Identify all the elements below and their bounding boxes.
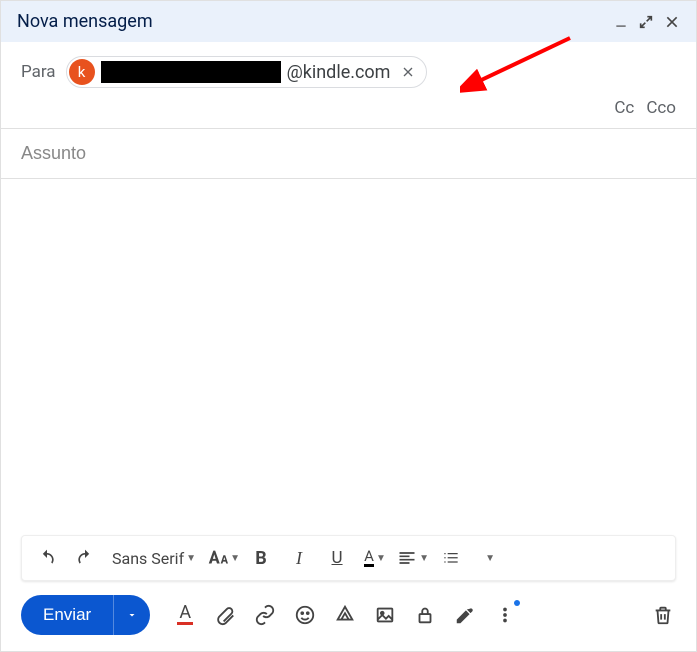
font-family-label: Sans Serif xyxy=(112,549,184,568)
send-button[interactable]: Enviar xyxy=(21,595,113,635)
caret-down-icon: ▼ xyxy=(485,553,495,564)
confidential-icon[interactable] xyxy=(412,602,438,628)
to-label: Para xyxy=(21,62,56,82)
bottom-icons: A xyxy=(172,602,676,628)
caret-down-icon: ▼ xyxy=(230,553,240,564)
subject-input[interactable] xyxy=(21,143,676,164)
bcc-button[interactable]: Cco xyxy=(646,98,676,118)
fullscreen-icon[interactable] xyxy=(638,14,654,30)
minimize-icon[interactable] xyxy=(614,15,628,29)
cc-button[interactable]: Cc xyxy=(614,98,634,118)
chip-domain: @kindle.com xyxy=(287,62,391,83)
format-toolbar: Sans Serif ▼ ▼ B I U A ▼ ▼ ▼ xyxy=(21,535,676,581)
caret-down-icon: ▼ xyxy=(376,553,386,564)
cc-bcc-row: Cc Cco xyxy=(1,98,696,129)
header-actions xyxy=(614,14,680,30)
caret-down-icon: ▼ xyxy=(419,553,429,564)
image-icon[interactable] xyxy=(372,602,398,628)
send-more-button[interactable] xyxy=(113,595,150,635)
chip-remove-icon[interactable] xyxy=(400,64,416,80)
more-options-icon[interactable] xyxy=(492,602,518,628)
italic-button[interactable]: I xyxy=(282,542,316,574)
chip-redacted xyxy=(101,61,281,83)
send-group: Enviar xyxy=(21,595,150,635)
align-button[interactable]: ▼ xyxy=(396,542,430,574)
to-row: Para k @kindle.com xyxy=(1,42,696,98)
formatting-button[interactable]: A xyxy=(172,602,198,628)
discard-icon[interactable] xyxy=(650,602,676,628)
caret-down-icon: ▼ xyxy=(186,553,196,564)
attach-icon[interactable] xyxy=(212,602,238,628)
font-size-button[interactable]: ▼ xyxy=(206,542,240,574)
bold-button[interactable]: B xyxy=(244,542,278,574)
underline-button[interactable]: U xyxy=(320,542,354,574)
compose-title: Nova mensagem xyxy=(17,11,153,32)
list-button[interactable] xyxy=(434,542,468,574)
font-family-select[interactable]: Sans Serif ▼ xyxy=(106,542,202,574)
drive-icon[interactable] xyxy=(332,602,358,628)
compose-header: Nova mensagem xyxy=(1,1,696,42)
link-icon[interactable] xyxy=(252,602,278,628)
subject-row xyxy=(1,129,696,179)
chip-avatar: k xyxy=(69,59,95,85)
emoji-icon[interactable] xyxy=(292,602,318,628)
undo-icon[interactable] xyxy=(30,542,64,574)
more-format-button[interactable]: ▼ xyxy=(472,542,506,574)
recipient-chip[interactable]: k @kindle.com xyxy=(66,56,428,88)
signature-icon[interactable] xyxy=(452,602,478,628)
bottom-action-row: Enviar A xyxy=(1,595,696,651)
text-color-button[interactable]: A ▼ xyxy=(358,542,392,574)
compose-window: Nova mensagem Para k @kindle.com xyxy=(0,0,697,652)
redo-icon[interactable] xyxy=(68,542,102,574)
notification-dot xyxy=(514,600,520,606)
message-body[interactable] xyxy=(1,179,696,535)
close-icon[interactable] xyxy=(664,14,680,30)
